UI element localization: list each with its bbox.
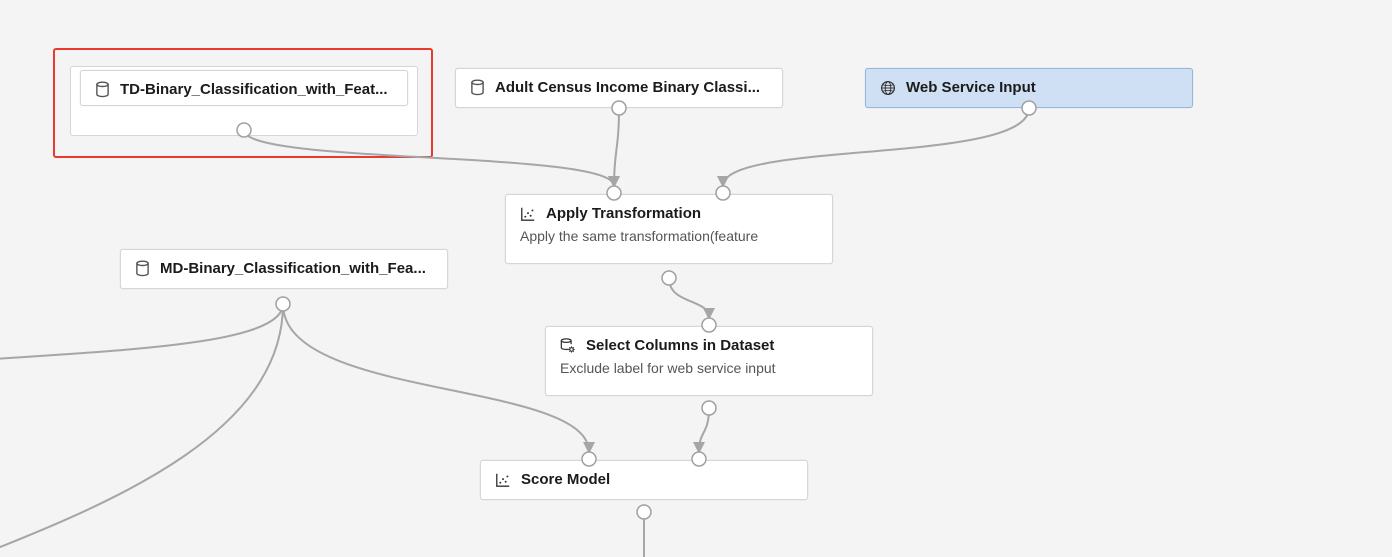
database-icon: [95, 81, 110, 98]
md-dataset-node[interactable]: MD-Binary_Classification_with_Fea...: [120, 249, 448, 289]
md-label: MD-Binary_Classification_with_Fea...: [160, 260, 433, 277]
pipeline-canvas[interactable]: TD-Binary_Classification_with_Feat... Ad…: [0, 0, 1392, 557]
scatter-icon: [520, 206, 536, 222]
select-label: Select Columns in Dataset: [586, 337, 858, 354]
td-label: TD-Binary_Classification_with_Feat...: [120, 81, 393, 98]
select-sub: Exclude label for web service input: [546, 360, 872, 388]
select-columns-node[interactable]: Select Columns in Dataset Exclude label …: [545, 326, 873, 396]
apply-label: Apply Transformation: [546, 205, 818, 222]
score-model-node[interactable]: Score Model: [480, 460, 808, 500]
database-icon: [470, 79, 485, 96]
apply-transformation-node[interactable]: Apply Transformation Apply the same tran…: [505, 194, 833, 264]
td-dataset-node[interactable]: TD-Binary_Classification_with_Feat...: [80, 70, 408, 106]
scatter-icon: [495, 472, 511, 488]
adult-census-node[interactable]: Adult Census Income Binary Classi...: [455, 68, 783, 108]
web-input-label: Web Service Input: [906, 79, 1178, 96]
adult-label: Adult Census Income Binary Classi...: [495, 79, 768, 96]
database-icon: [135, 260, 150, 277]
db-gear-icon: [560, 337, 576, 354]
globe-icon: [880, 80, 896, 96]
web-service-input-node[interactable]: Web Service Input: [865, 68, 1193, 108]
score-label: Score Model: [521, 471, 793, 488]
apply-sub: Apply the same transformation(feature: [506, 228, 832, 256]
